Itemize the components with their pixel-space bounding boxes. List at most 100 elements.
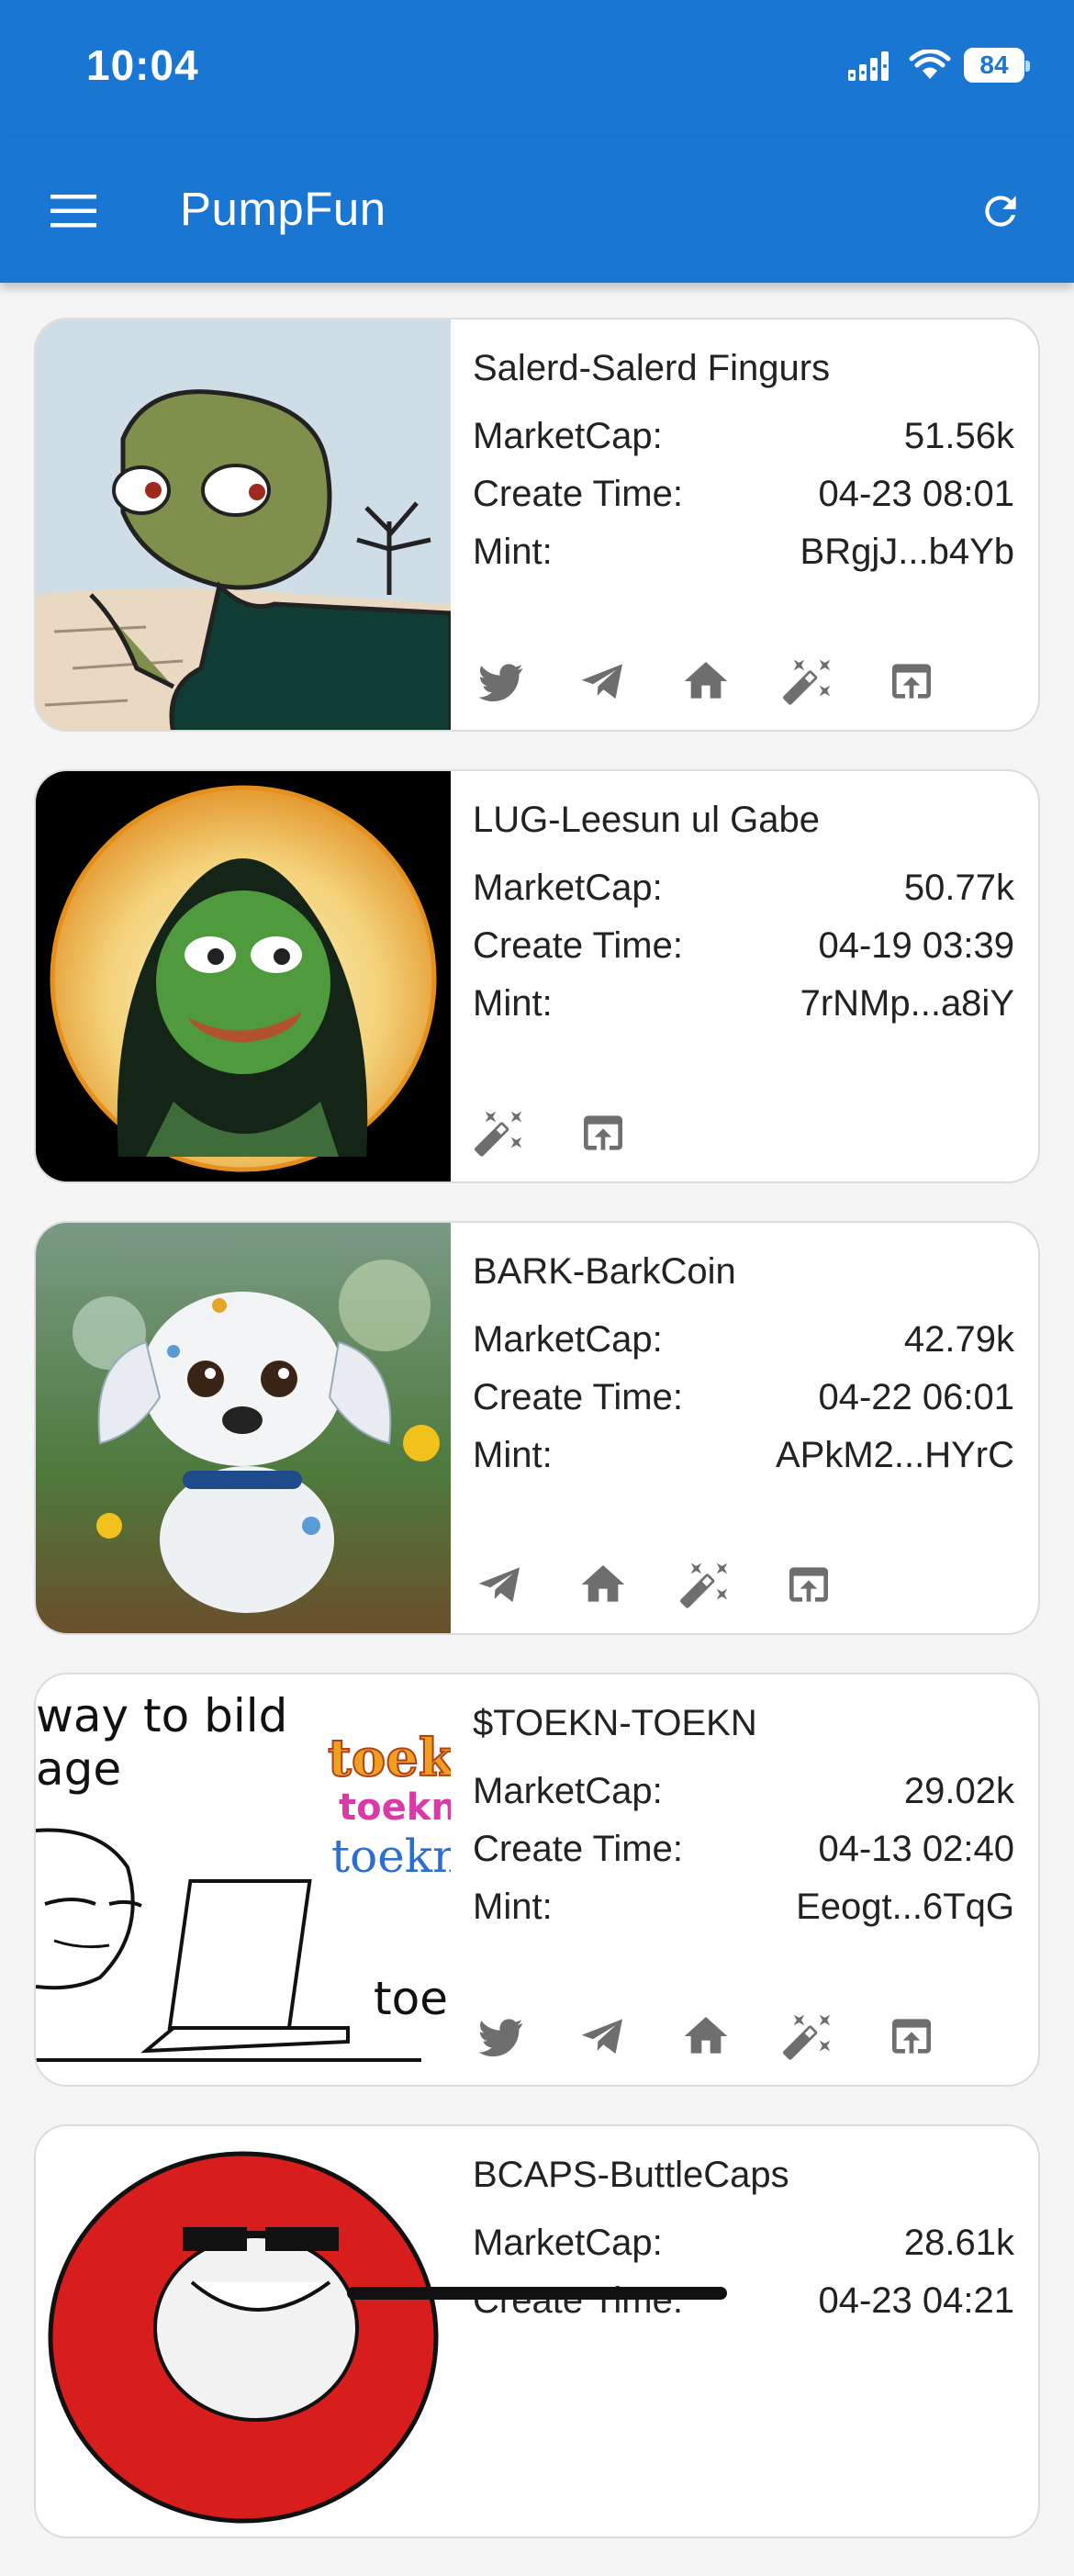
- create-time-value: 04-23 04:21: [818, 2280, 1014, 2321]
- refresh-button[interactable]: [968, 178, 1034, 244]
- website-button[interactable]: [678, 654, 733, 709]
- market-cap-value: 50.77k: [903, 868, 1014, 908]
- token-image: way to bild age toekn toekn toekn toe: [36, 1674, 451, 2085]
- magic-button[interactable]: [781, 654, 836, 709]
- telegram-button[interactable]: [473, 1557, 528, 1612]
- telegram-icon: [577, 2010, 629, 2062]
- market-cap-row: MarketCap: 51.56k: [473, 408, 1014, 465]
- market-cap-label: MarketCap:: [473, 1771, 663, 1811]
- token-list: Salerd-Salerd Fingurs MarketCap: 51.56k C…: [34, 318, 1040, 2576]
- twitter-icon: [475, 2010, 526, 2062]
- meme-text-toekn-1: toekn: [328, 1728, 451, 1788]
- home-icon: [577, 1559, 629, 1610]
- meme-text-line1: way to bild: [36, 1689, 287, 1742]
- market-cap-label: MarketCap:: [473, 2223, 663, 2263]
- market-cap-row: MarketCap: 42.79k: [473, 1311, 1014, 1369]
- app-bar: PumpFun: [0, 138, 1074, 283]
- create-time-label: Create Time:: [473, 1377, 683, 1417]
- token-info: LUG-Leesun ul Gabe MarketCap: 50.77k Crea…: [473, 771, 1014, 1033]
- magic-wand-icon: [475, 1107, 526, 1159]
- magic-wand-icon: [783, 655, 834, 707]
- website-button[interactable]: [678, 2009, 733, 2064]
- open-in-icon: [886, 655, 937, 707]
- open-button[interactable]: [576, 1105, 631, 1160]
- create-time-label: Create Time:: [473, 1829, 683, 1869]
- mint-value[interactable]: Eeogt...6TqG: [796, 1878, 1014, 1936]
- market-cap-label: MarketCap:: [473, 416, 663, 456]
- telegram-button[interactable]: [576, 654, 631, 709]
- token-info: BARK-BarkCoin MarketCap: 42.79k Create Ti…: [473, 1223, 1014, 1484]
- token-actions: [473, 654, 939, 709]
- battery-icon: 84: [964, 48, 1030, 83]
- battery-level: 84: [979, 50, 1009, 79]
- token-image: [36, 771, 451, 1182]
- create-time-label: Create Time:: [473, 2280, 683, 2321]
- token-card[interactable]: way to bild age toekn toekn toekn toe $T…: [34, 1673, 1040, 2087]
- mint-value[interactable]: 7rNMp...a8iY: [800, 975, 1014, 1033]
- token-actions: [473, 1105, 631, 1160]
- mint-row: Mint: 7rNMp...a8iY: [473, 975, 1014, 1033]
- open-button[interactable]: [781, 1557, 836, 1612]
- market-cap-value: 28.61k: [903, 2223, 1014, 2263]
- open-in-icon: [783, 1559, 834, 1610]
- meme-text-toekn-3: toekn: [331, 1830, 451, 1883]
- token-card[interactable]: LUG-Leesun ul Gabe MarketCap: 50.77k Crea…: [34, 769, 1040, 1183]
- create-time-row: Create Time: 04-13 02:40: [473, 1820, 1014, 1878]
- market-cap-row: MarketCap: 50.77k: [473, 859, 1014, 917]
- open-button[interactable]: [884, 654, 939, 709]
- token-name: BCAPS-ButtleCaps: [473, 2155, 789, 2195]
- token-info: $TOEKN-TOEKN MarketCap: 29.02k Create Tim…: [473, 1674, 1014, 1936]
- mint-row: Mint: APkM2...HYrC: [473, 1427, 1014, 1484]
- meme-text-line2: age: [36, 1742, 121, 1796]
- twitter-button[interactable]: [473, 654, 528, 709]
- market-cap-label: MarketCap:: [473, 1319, 663, 1360]
- create-time-label: Create Time:: [473, 925, 683, 966]
- token-name: BARK-BarkCoin: [473, 1251, 736, 1292]
- meme-text-toekn-2: toekn: [339, 1786, 451, 1829]
- market-cap-value: 51.56k: [903, 416, 1014, 456]
- token-name: LUG-Leesun ul Gabe: [473, 800, 821, 840]
- website-button[interactable]: [576, 1557, 631, 1612]
- token-actions: [473, 2009, 939, 2064]
- telegram-button[interactable]: [576, 2009, 631, 2064]
- market-cap-row: MarketCap: 28.61k: [473, 2214, 1014, 2272]
- wifi-icon: [909, 50, 951, 79]
- twitter-icon: [475, 655, 526, 707]
- market-cap-label: MarketCap:: [473, 868, 663, 908]
- create-time-value: 04-13 02:40: [818, 1829, 1014, 1869]
- open-in-icon: [886, 2010, 937, 2062]
- home-icon: [680, 2010, 732, 2062]
- menu-button[interactable]: [44, 182, 103, 241]
- menu-icon: [50, 195, 96, 228]
- magic-button[interactable]: [473, 1105, 528, 1160]
- cellular-signal-icon: [848, 51, 889, 81]
- twitter-button[interactable]: [473, 2009, 528, 2064]
- mint-label: Mint:: [473, 1435, 553, 1475]
- status-bar: 10:04 84: [0, 0, 1074, 138]
- create-time-value: 04-23 08:01: [818, 474, 1014, 514]
- token-image: [36, 2126, 451, 2537]
- magic-wand-icon: [783, 2010, 834, 2062]
- home-icon: [680, 655, 732, 707]
- open-button[interactable]: [884, 2009, 939, 2064]
- mint-value[interactable]: APkM2...HYrC: [776, 1427, 1014, 1484]
- create-time-value: 04-22 06:01: [818, 1377, 1014, 1417]
- token-card[interactable]: BCAPS-ButtleCaps MarketCap: 28.61k Create…: [34, 2124, 1040, 2538]
- magic-wand-icon: [680, 1559, 732, 1610]
- mint-label: Mint:: [473, 983, 553, 1024]
- create-time-label: Create Time:: [473, 474, 683, 514]
- mint-value[interactable]: BRgjJ...b4Yb: [800, 523, 1014, 581]
- open-in-icon: [577, 1107, 629, 1159]
- magic-button[interactable]: [678, 1557, 733, 1612]
- create-time-row: Create Time: 04-19 03:39: [473, 917, 1014, 975]
- refresh-icon: [985, 196, 1016, 227]
- token-card[interactable]: BARK-BarkCoin MarketCap: 42.79k Create Ti…: [34, 1221, 1040, 1635]
- mint-label: Mint:: [473, 1887, 553, 1927]
- create-time-row: Create Time: 04-23 08:01: [473, 465, 1014, 523]
- token-card[interactable]: Salerd-Salerd Fingurs MarketCap: 51.56k C…: [34, 318, 1040, 732]
- meme-text-toekn-4: toe: [374, 1972, 448, 2025]
- token-actions: [473, 1557, 836, 1612]
- market-cap-row: MarketCap: 29.02k: [473, 1763, 1014, 1820]
- magic-button[interactable]: [781, 2009, 836, 2064]
- home-indicator[interactable]: [347, 2287, 727, 2300]
